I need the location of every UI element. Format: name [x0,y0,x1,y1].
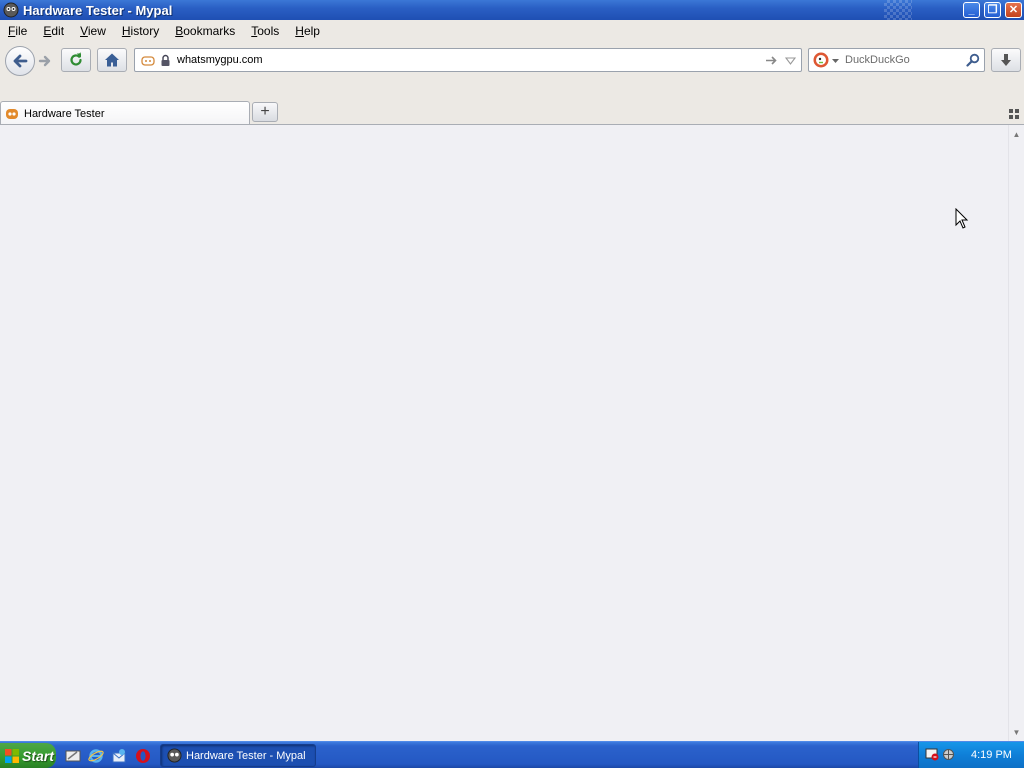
search-bar[interactable]: DuckDuckGo [808,48,985,72]
navigation-toolbar: whatsmygpu.com DuckDuckGo [0,42,1024,76]
system-tray: 4:19 PM [918,742,1024,768]
menu-file[interactable]: File [8,24,27,38]
menu-help-accel: H [295,24,304,38]
home-button[interactable] [97,48,127,72]
page-content[interactable] [0,125,1008,741]
windows-logo-icon [5,748,19,763]
taskbar-clock: 4:19 PM [971,749,1012,761]
identity-icon[interactable] [141,54,155,68]
forward-button[interactable] [34,50,56,72]
restore-button[interactable]: ❐ [984,2,1001,18]
tab-label: Hardware Tester [24,107,105,120]
outlook-express-icon [112,748,125,762]
menu-history-label: istory [130,24,160,38]
menu-view[interactable]: View [80,24,106,38]
menu-edit[interactable]: Edit [43,24,64,38]
menu-history-accel: H [121,24,131,38]
tab-strip: Hardware Tester + [0,76,1024,125]
url-text: whatsmygpu.com [177,54,263,66]
lock-icon [161,54,170,66]
search-placeholder: DuckDuckGo [845,54,910,66]
quicklaunch-outlook-express[interactable] [110,747,127,764]
back-button[interactable] [5,46,35,76]
show-desktop-icon [65,750,80,761]
search-engine-dropdown-icon[interactable] [832,59,839,63]
menu-tools[interactable]: Tools [251,24,279,38]
tab-hardware-tester[interactable]: Hardware Tester [0,101,250,125]
restore-icon: ❐ [987,3,998,16]
menu-edit-label: dit [51,24,65,38]
taskbar-item-mypal[interactable]: Hardware Tester - Mypal [160,744,316,767]
minimize-icon: _ [968,3,975,16]
internet-explorer-icon [87,748,104,763]
dropdown-icon[interactable] [785,57,796,65]
tray-app-icon[interactable] [925,747,939,761]
menu-help-label: elp [303,24,320,38]
new-tab-button[interactable]: + [252,102,278,122]
start-label: Start [22,747,54,764]
menu-file-label: ile [15,24,28,38]
magnifier-icon[interactable] [966,53,980,67]
start-button[interactable]: Start [0,743,56,768]
menu-bookmarks[interactable]: Bookmarks [175,24,235,38]
quicklaunch-opera[interactable] [134,747,151,764]
menu-history[interactable]: History [122,24,159,38]
scroll-up-icon[interactable]: ▲ [1009,127,1024,141]
list-all-tabs-icon[interactable] [1008,108,1020,120]
close-button[interactable]: ✕ [1005,2,1022,18]
plus-icon: + [260,103,270,120]
taskbar: Start Hardware Tester - Mypal 4:19 PM [0,741,1024,768]
reload-icon [70,52,82,66]
home-icon [105,53,119,67]
forward-icon [38,55,51,67]
reload-button[interactable] [61,48,91,72]
window-title: Hardware Tester - Mypal [23,2,173,18]
quicklaunch-internet-explorer[interactable] [87,747,104,764]
menu-tools-label: ools [257,24,280,38]
quicklaunch-show-desktop[interactable] [64,747,81,764]
download-icon [1001,54,1011,66]
minimize-button[interactable]: _ [963,2,980,18]
mypal-task-icon [167,748,182,763]
opera-icon [135,748,150,763]
menu-bar: File Edit View History Bookmarks Tools H… [0,20,1024,42]
titlebar-decoration [884,0,912,20]
go-icon[interactable] [765,55,778,66]
back-icon [13,54,28,68]
window-titlebar[interactable]: Hardware Tester - Mypal _ ❐ ✕ [0,0,1024,20]
menu-bookmarks-label: ookmarks [183,24,236,38]
scroll-down-icon[interactable]: ▼ [1009,725,1024,739]
vertical-scrollbar[interactable]: ▲ ▼ [1008,125,1024,741]
tray-network-icon[interactable] [941,747,956,762]
downloads-button[interactable] [991,48,1021,72]
close-icon: ✕ [1008,3,1019,16]
taskbar-item-label: Hardware Tester - Mypal [186,749,306,762]
menu-view-accel: V [80,24,88,38]
site-favicon-icon [6,108,18,119]
mouse-cursor-icon [955,208,969,229]
menu-view-label: iew [87,24,106,38]
address-bar[interactable]: whatsmygpu.com [134,48,802,72]
menu-help[interactable]: Help [295,24,320,38]
duckduckgo-icon[interactable] [813,52,829,68]
mypal-app-icon[interactable] [3,2,19,18]
